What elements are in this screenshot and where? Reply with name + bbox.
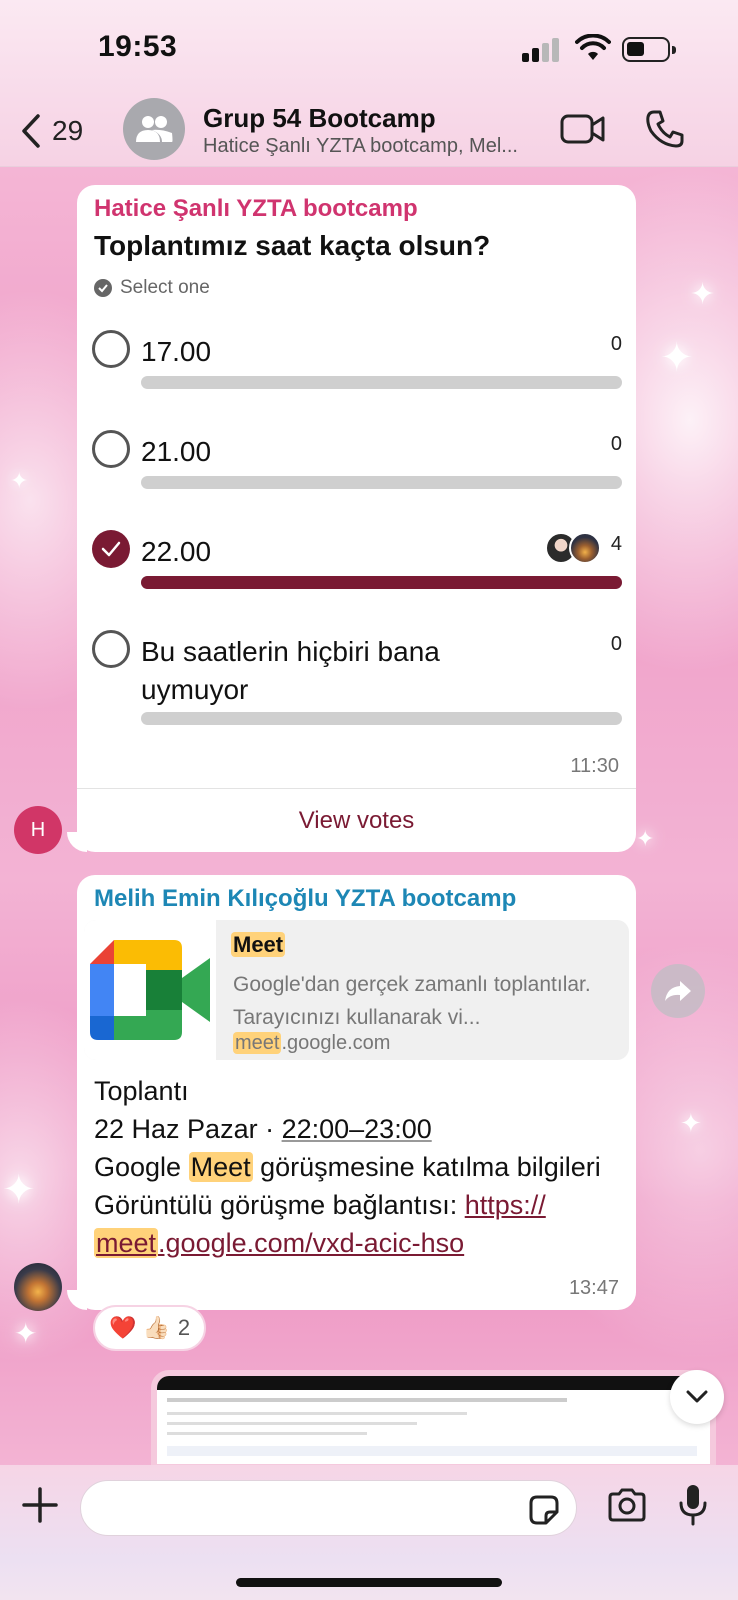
message-input[interactable] — [101, 1493, 511, 1525]
message-body: Toplantı 22 Haz Pazar · 22:00–23:00 Goog… — [94, 1072, 614, 1262]
forward-button[interactable] — [651, 964, 705, 1018]
google-meet-logo — [84, 920, 216, 1060]
chat-subtitle[interactable]: Hatice Şanlı YZTA bootcamp, Mel... — [203, 135, 518, 158]
meet-link[interactable]: meet.google.com/vxd-acic-hso — [94, 1228, 464, 1258]
radio-button[interactable] — [92, 330, 130, 368]
phone-call-icon[interactable] — [645, 109, 685, 149]
sender-name[interactable]: Melih Emin Kılıçoğlu YZTA bootcamp — [94, 885, 516, 913]
message-line: Toplantı — [94, 1076, 189, 1106]
video-call-icon[interactable] — [560, 111, 606, 147]
microphone-icon[interactable] — [678, 1483, 708, 1527]
check-circle-icon — [94, 279, 112, 297]
poll-option-label: 22.00 — [141, 536, 212, 567]
image-message[interactable] — [151, 1370, 716, 1470]
preview-title: Meet — [231, 932, 286, 957]
poll-progress-bar — [141, 376, 622, 389]
sparkle-icon: ✦ — [10, 468, 29, 493]
event-time-link[interactable]: 22:00–23:00 — [282, 1114, 432, 1144]
poll-option-count: 4 — [610, 533, 622, 555]
back-button[interactable]: 29 — [20, 109, 83, 153]
poll-option-label: 21.00 — [141, 436, 212, 467]
battery-icon — [622, 37, 676, 62]
sparkle-icon: ✦ — [680, 1108, 702, 1138]
radio-button[interactable] — [92, 430, 130, 468]
sparkle-icon: ✦ — [660, 336, 694, 380]
clock: 19:53 — [98, 30, 178, 63]
link-preview[interactable]: Meet Google'dan gerçek zamanlı toplantıl… — [84, 920, 629, 1060]
voter-avatars — [545, 532, 603, 564]
avatar[interactable]: H — [14, 806, 62, 854]
home-indicator — [236, 1578, 502, 1587]
preview-url: meet .google.com — [233, 1032, 391, 1054]
poll-option-label: Bu saatlerin hiçbiri bana uymuyor — [141, 636, 440, 705]
preview-description: Google'dan gerçek zamanlı toplantılar. T… — [233, 973, 591, 1029]
poll-option[interactable]: 17.00 0 — [92, 330, 622, 390]
message-input-box[interactable] — [80, 1480, 577, 1536]
chevron-down-icon — [686, 1390, 708, 1403]
scroll-to-bottom-button[interactable] — [670, 1370, 724, 1424]
poll-option[interactable]: 22.00 4 — [92, 530, 622, 590]
message-timestamp: 11:30 — [570, 755, 619, 777]
sparkle-icon: ✦ — [690, 278, 716, 311]
reactions-bar[interactable]: ❤️ 👍🏻 2 — [93, 1305, 207, 1351]
group-people-icon — [136, 116, 173, 142]
share-arrow-icon — [665, 981, 691, 1001]
poll-option-count: 0 — [610, 333, 622, 355]
radio-button-checked[interactable] — [92, 530, 130, 568]
avatar — [569, 532, 601, 564]
wifi-icon — [575, 34, 611, 60]
chevron-left-icon — [22, 114, 40, 148]
chat-header: 29 Grup 54 Bootcamp Hatice Şanlı YZTA bo… — [0, 95, 738, 167]
status-bar: 19:53 — [0, 0, 738, 95]
poll-option-count: 0 — [610, 633, 622, 655]
poll-progress-bar — [141, 712, 622, 725]
checkmark-icon — [101, 541, 121, 557]
poll-hint: Select one — [94, 277, 210, 299]
sender-name[interactable]: Hatice Şanlı YZTA bootcamp — [94, 195, 418, 223]
unread-count: 29 — [52, 115, 84, 146]
meet-link[interactable]: https:// — [465, 1190, 546, 1220]
avatar[interactable] — [14, 1263, 62, 1311]
poll-option[interactable]: Bu saatlerin hiçbiri bana uymuyor 0 — [92, 630, 622, 725]
poll-hint-text: Select one — [120, 277, 210, 298]
poll-progress-bar — [141, 576, 622, 589]
plus-icon[interactable] — [20, 1485, 60, 1525]
message-line: Görüntülü görüşme bağlantısı: https://me… — [94, 1190, 546, 1258]
link-message: Melih Emin Kılıçoğlu YZTA bootcamp Meet … — [77, 875, 636, 1310]
camera-icon[interactable] — [606, 1487, 648, 1523]
message-line: Google Meet görüşmesine katılma bilgiler… — [94, 1152, 601, 1182]
sparkle-icon: ✦ — [2, 1168, 36, 1212]
sparkle-icon: ✦ — [636, 826, 655, 851]
sticker-icon[interactable] — [528, 1494, 560, 1526]
message-timestamp: 13:47 — [568, 1277, 619, 1299]
view-votes-button[interactable]: View votes — [77, 788, 636, 852]
sparkle-icon: ✦ — [14, 1318, 38, 1349]
message-line: 22 Haz Pazar · 22:00–23:00 — [94, 1114, 432, 1144]
google-meet-icon — [90, 940, 210, 1040]
group-avatar[interactable] — [123, 98, 185, 160]
poll-question: Toplantımız saat kaçta olsun? — [94, 230, 491, 261]
poll-option-count: 0 — [610, 433, 622, 455]
reaction-count: 2 — [177, 1315, 191, 1340]
chat-title[interactable]: Grup 54 Bootcamp — [203, 103, 436, 134]
radio-button[interactable] — [92, 630, 130, 668]
poll-progress-bar — [141, 476, 622, 489]
poll-message: Hatice Şanlı YZTA bootcamp Toplantımız s… — [77, 185, 636, 852]
poll-option-label: 17.00 — [141, 336, 212, 367]
cellular-signal-icon — [522, 38, 562, 62]
poll-option[interactable]: 21.00 0 — [92, 430, 622, 490]
reaction-emojis: ❤️ 👍🏻 — [109, 1315, 170, 1340]
